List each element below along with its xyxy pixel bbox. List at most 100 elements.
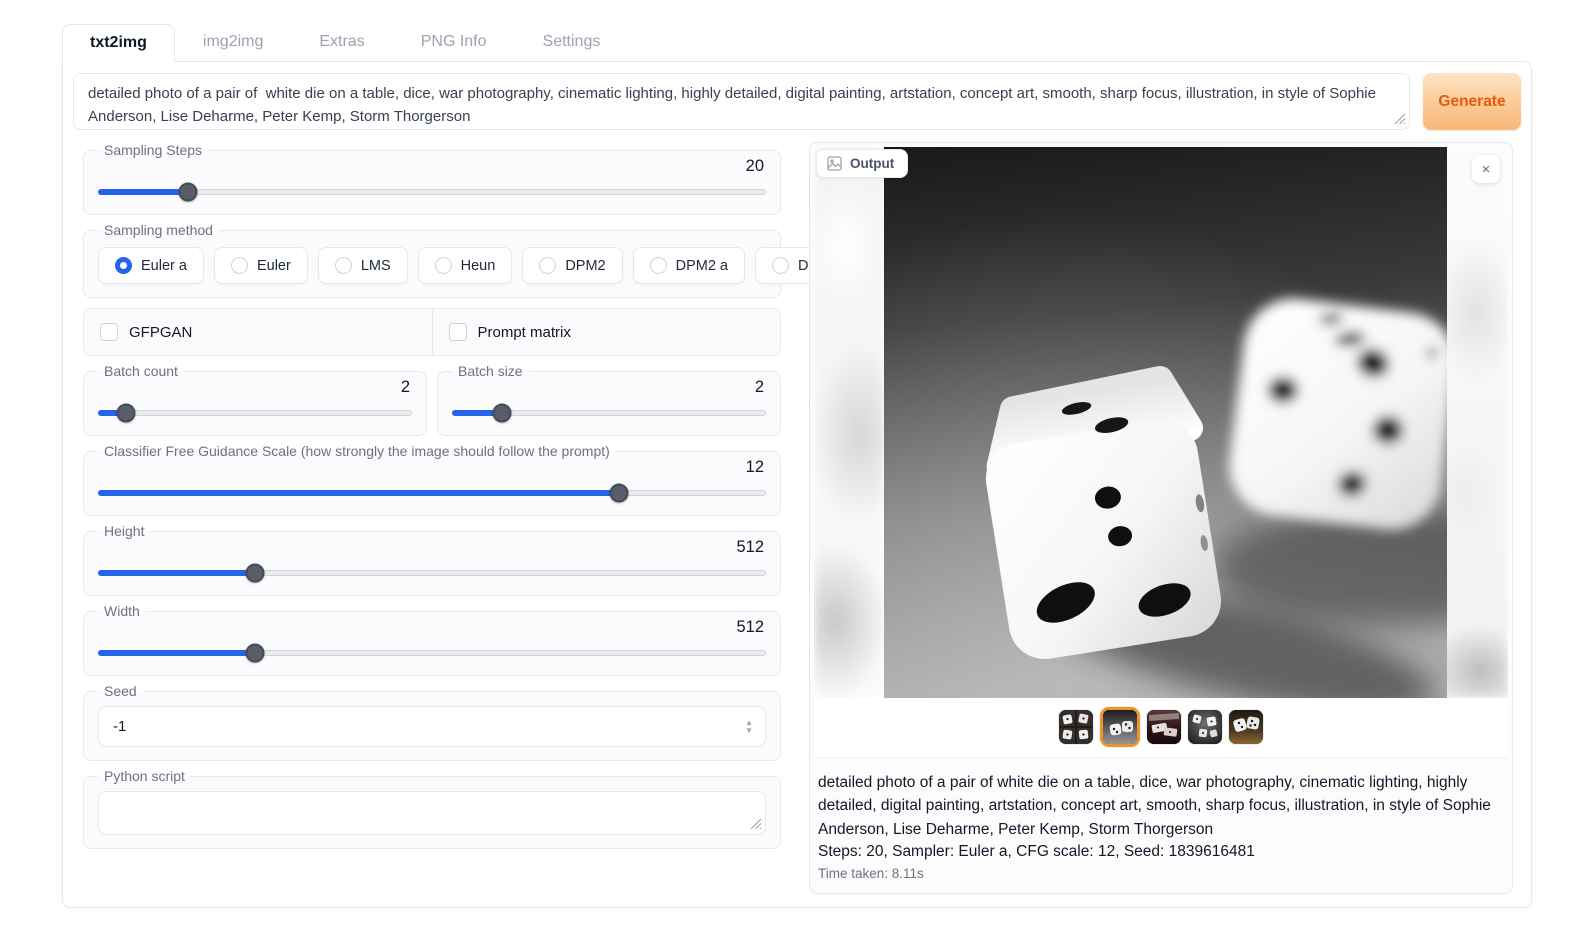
thumbnail-dice-collage[interactable] — [1059, 710, 1093, 744]
number-spinner[interactable]: ▲ ▼ — [745, 719, 753, 734]
radio-label: LMS — [361, 258, 391, 274]
spinner-up-icon[interactable]: ▲ — [745, 719, 753, 726]
width-value: 512 — [98, 618, 764, 637]
settings-column: Sampling Steps 20 Sampling method Eule — [83, 142, 781, 849]
slider-knob[interactable] — [179, 182, 198, 201]
radio-icon — [335, 257, 352, 274]
spinner-down-icon[interactable]: ▼ — [745, 727, 753, 734]
txt2img-app: txt2img img2img Extras PNG Info Settings… — [62, 23, 1532, 908]
slider-knob[interactable] — [245, 563, 264, 582]
sampling-steps-value: 20 — [98, 157, 764, 176]
prompt-textarea-wrap: detailed photo of a pair of white die on… — [73, 73, 1410, 130]
slider-knob[interactable] — [493, 403, 512, 422]
slider-fill — [98, 490, 619, 496]
radio-icon — [539, 257, 556, 274]
radio-label: DPM2 a — [676, 258, 728, 274]
batch-size-label: Batch size — [452, 363, 529, 379]
thumbnail-strip — [814, 698, 1508, 757]
sampling-steps-slider[interactable] — [98, 182, 766, 201]
tab-png-info[interactable]: PNG Info — [393, 23, 515, 61]
seed-input[interactable] — [111, 717, 745, 736]
caption-params: Steps: 20, Sampler: Euler a, CFG scale: … — [818, 843, 1504, 861]
cfg-scale-group: Classifier Free Guidance Scale (how stro… — [83, 443, 781, 516]
prompt-matrix-checkbox-cell[interactable]: Prompt matrix — [432, 309, 781, 355]
radio-selected-icon — [115, 257, 132, 274]
radio-euler-a[interactable]: Euler a — [98, 247, 204, 284]
radio-label: DPM2 — [565, 258, 605, 274]
checkbox-group: GFPGAN Prompt matrix — [83, 308, 781, 356]
tab-extras[interactable]: Extras — [291, 23, 392, 61]
radio-heun[interactable]: Heun — [418, 247, 513, 284]
height-slider[interactable] — [98, 563, 766, 582]
prompt-row: detailed photo of a pair of white die on… — [73, 73, 1521, 130]
radio-label: Heun — [461, 258, 496, 274]
gfpgan-label: GFPGAN — [129, 324, 192, 341]
radio-icon — [231, 257, 248, 274]
sampling-method-group: Sampling method Euler a Euler LMS — [83, 222, 781, 298]
radio-label: Euler a — [141, 258, 187, 274]
python-script-input[interactable] — [98, 791, 766, 835]
radio-icon — [650, 257, 667, 274]
gallery-left-peek — [814, 147, 884, 698]
batch-count-group: Batch count 2 — [83, 363, 427, 436]
radio-dpm2[interactable]: DPM2 — [522, 247, 622, 284]
thumbnail-dice-pair-selected[interactable] — [1100, 707, 1140, 747]
python-script-group: Python script — [83, 768, 781, 849]
batch-count-slider[interactable] — [98, 403, 412, 422]
slider-track[interactable] — [98, 189, 766, 195]
python-script-label: Python script — [98, 768, 191, 784]
tab-img2img[interactable]: img2img — [175, 23, 291, 61]
batch-size-group: Batch size 2 — [437, 363, 781, 436]
close-output-button[interactable]: × — [1472, 155, 1500, 183]
tab-txt2img[interactable]: txt2img — [62, 24, 175, 62]
thumbnail-dice-on-table[interactable] — [1147, 710, 1181, 744]
slider-knob[interactable] — [117, 403, 136, 422]
height-value: 512 — [98, 538, 764, 557]
generate-button[interactable]: Generate — [1423, 73, 1521, 130]
prompt-matrix-label: Prompt matrix — [478, 324, 571, 341]
batch-count-label: Batch count — [98, 363, 184, 379]
radio-euler[interactable]: Euler — [214, 247, 308, 284]
seed-label: Seed — [98, 683, 143, 699]
tab-bar: txt2img img2img Extras PNG Info Settings — [62, 23, 1532, 61]
sampling-steps-label: Sampling Steps — [98, 142, 208, 158]
gallery-right-peek — [1438, 147, 1508, 698]
width-group: Width 512 — [83, 603, 781, 676]
python-script-wrap — [98, 791, 766, 835]
radio-icon — [772, 257, 789, 274]
prompt-input[interactable]: detailed photo of a pair of white die on… — [73, 73, 1410, 130]
cfg-scale-label: Classifier Free Guidance Scale (how stro… — [98, 443, 616, 459]
batch-size-value: 2 — [452, 378, 764, 397]
radio-icon — [435, 257, 452, 274]
caption-time-taken: Time taken: 8.11s — [818, 866, 1504, 881]
width-label: Width — [98, 603, 146, 619]
slider-fill — [98, 650, 255, 656]
generation-info: detailed photo of a pair of white die on… — [814, 757, 1508, 893]
caption-prompt: detailed photo of a pair of white die on… — [818, 771, 1504, 841]
prompt-matrix-checkbox[interactable] — [449, 323, 467, 341]
slider-knob[interactable] — [245, 643, 264, 662]
gfpgan-checkbox[interactable] — [100, 323, 118, 341]
radio-dpm2-a[interactable]: DPM2 a — [633, 247, 745, 284]
generated-image-dice[interactable] — [884, 147, 1447, 698]
sampling-method-options: Euler a Euler LMS Heun — [98, 247, 766, 284]
radio-lms[interactable]: LMS — [318, 247, 408, 284]
width-slider[interactable] — [98, 643, 766, 662]
batch-count-value: 2 — [98, 378, 410, 397]
tab-settings[interactable]: Settings — [515, 23, 629, 61]
output-label-text: Output — [850, 156, 894, 171]
slider-track[interactable] — [98, 410, 412, 416]
gfpgan-checkbox-cell[interactable]: GFPGAN — [84, 309, 432, 355]
thumbnail-dice-closeup[interactable] — [1229, 710, 1263, 744]
cfg-scale-slider[interactable] — [98, 483, 766, 502]
main-panel: detailed photo of a pair of white die on… — [62, 61, 1532, 908]
batch-size-slider[interactable] — [452, 403, 766, 422]
radio-label: Euler — [257, 258, 291, 274]
image-icon — [827, 156, 842, 171]
batch-row: Batch count 2 Batch size 2 — [83, 363, 781, 436]
sampling-steps-group: Sampling Steps 20 — [83, 142, 781, 215]
height-label: Height — [98, 523, 150, 539]
slider-knob[interactable] — [610, 483, 629, 502]
cfg-scale-value: 12 — [98, 458, 764, 477]
thumbnail-dice-scattered[interactable] — [1188, 710, 1222, 744]
